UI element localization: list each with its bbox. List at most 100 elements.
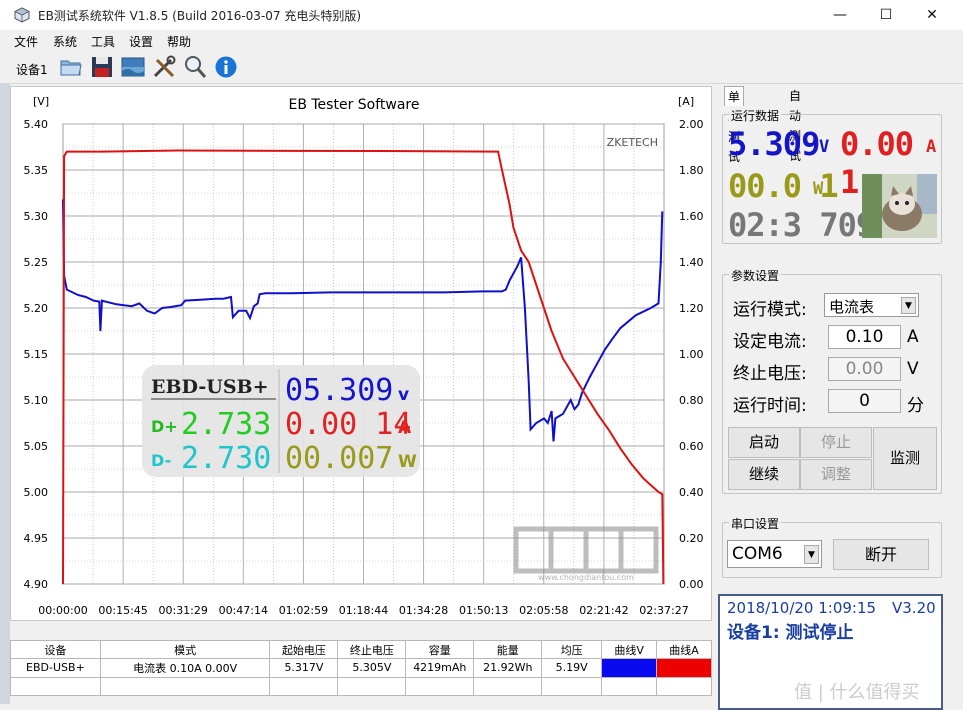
menu-help[interactable]: 帮助 (167, 33, 191, 50)
x-tick-label: 02:21:42 (579, 604, 628, 617)
set-current-input[interactable]: 0.10 (828, 325, 901, 349)
y-tick-label: 5.05 (24, 440, 49, 453)
left-axis-unit: [V] (33, 95, 49, 108)
disconnect-button[interactable]: 断开 (833, 539, 929, 570)
cat-photo-image (862, 174, 937, 238)
y2-tick-label: 1.20 (679, 302, 704, 315)
chart-watermark: ZKETECH (607, 136, 658, 149)
summary-table: 设备 模式 起始电压 终止电压 容量 能量 均压 曲线V 曲线A EBD-USB… (10, 639, 712, 697)
table-cell: 21.92Wh (473, 658, 543, 678)
open-folder-icon[interactable] (58, 54, 84, 80)
status-message: 设备1: 测试停止 (727, 623, 854, 643)
menu-file[interactable]: 文件 (14, 33, 38, 50)
status-box: 2018/10/20 1:09:15 V3.20 设备1: 测试停止 值 | 什… (718, 594, 943, 710)
com-port-select[interactable]: COM6 ▼ (727, 540, 822, 568)
adjust-button[interactable]: 调整 (800, 459, 872, 490)
params-legend: 参数设置 (729, 267, 782, 284)
tools-icon[interactable] (151, 54, 177, 80)
serial-legend: 串口设置 (729, 515, 782, 532)
table-header: 能量 (473, 639, 543, 660)
x-tick-label: 00:31:29 (158, 604, 207, 617)
y-tick-label: 5.20 (24, 302, 49, 315)
set-current-label: 设定电流: (733, 332, 807, 352)
overlay-power-unit: W (398, 452, 417, 472)
y-tick-label: 4.95 (24, 532, 49, 545)
stop-button[interactable]: 停止 (800, 427, 872, 458)
table-cell: 电流表 0.10A 0.00V (99, 658, 271, 678)
y2-tick-label: 1.40 (679, 256, 704, 269)
table-cell: 5.317V (269, 658, 339, 678)
start-button[interactable]: 启动 (728, 427, 800, 458)
params-group: 参数设置 运行模式: 电流表 ▼ 设定电流: 0.10 A 终止电压: 0.00… (722, 267, 942, 494)
table-cell: EBD-USB+ (10, 658, 101, 678)
device-selector[interactable]: 设备1 (16, 61, 48, 78)
table-header: 模式 (99, 639, 271, 660)
table-header: 容量 (405, 639, 475, 660)
voltage-curve-swatch[interactable] (601, 658, 658, 678)
y2-tick-label: 0.20 (679, 532, 704, 545)
info-icon[interactable] (213, 54, 239, 80)
overlay-dplus-value: 2.733 (181, 407, 271, 442)
tab-auto-test[interactable]: 自动测试 (786, 86, 804, 163)
run-voltage-unit: V (819, 137, 829, 157)
toolbar: 设备1 (0, 50, 963, 84)
close-button[interactable]: ✕ (909, 0, 955, 30)
menu-tools[interactable]: 工具 (91, 33, 115, 50)
run-voltage: 5.309 (728, 125, 820, 163)
screenshot-icon[interactable] (120, 54, 146, 80)
mode-label: 运行模式: (733, 300, 807, 320)
x-tick-label: 01:18:44 (339, 604, 388, 617)
overlay-model: EBD-USB+ (151, 376, 269, 398)
minimize-button[interactable]: — (817, 0, 863, 30)
chevron-down-icon[interactable]: ▼ (804, 545, 819, 564)
desktop-edge (0, 84, 10, 704)
table-empty-row (10, 676, 712, 697)
menu-system[interactable]: 系统 (53, 33, 77, 50)
overlay-dplus-label: D+ (151, 417, 178, 436)
y2-tick-label: 1.80 (679, 164, 704, 177)
continue-button[interactable]: 继续 (728, 459, 800, 490)
chart-svg: EB Tester Software [V] [A] ZKETECH 00:00… (24, 95, 704, 617)
window-title: EB测试系统软件 V1.8.5 (Build 2016-03-07 充电头特别版… (38, 9, 362, 23)
run-time-input[interactable]: 0 (828, 389, 901, 413)
monitor-button[interactable]: 监测 (873, 427, 937, 490)
table-header: 设备 (10, 639, 101, 660)
tab-single-test[interactable]: 单次测试 (724, 86, 745, 164)
table-header: 终止电压 (337, 639, 407, 660)
mode-select[interactable]: 电流表 ▼ (824, 293, 919, 317)
y-tick-label: 5.15 (24, 348, 49, 361)
search-icon[interactable] (182, 54, 208, 80)
x-tick-label: 01:50:13 (459, 604, 508, 617)
y-tick-label: 5.10 (24, 394, 49, 407)
run-data-group: 运行数据 5.309 V 0.00 1 A 00.0 1 W 02:3 709 (722, 107, 942, 244)
run-time: 02:3 709 (728, 206, 875, 244)
overlay-voltage: 05.309 (285, 373, 393, 408)
table-header: 起始电压 (269, 639, 339, 660)
x-tick-label: 01:02:59 (279, 604, 328, 617)
y2-tick-label: 0.80 (679, 394, 704, 407)
app-cube-icon (14, 7, 30, 23)
overlay-current-unit: A (398, 418, 412, 438)
x-tick-label: 00:47:14 (219, 604, 268, 617)
table-header: 曲线A (656, 639, 712, 660)
y-tick-label: 5.25 (24, 256, 49, 269)
mode-select-value: 电流表 (829, 298, 875, 316)
y2-tick-label: 0.00 (679, 578, 704, 591)
run-time-label: 运行时间: (733, 396, 807, 416)
y-tick-label: 5.30 (24, 210, 49, 223)
y-tick-label: 4.90 (24, 578, 49, 591)
chevron-down-icon[interactable]: ▼ (901, 297, 916, 314)
maximize-button[interactable]: ☐ (863, 0, 909, 30)
title-bar: EB测试系统软件 V1.8.5 (Build 2016-03-07 充电头特别版… (0, 0, 963, 30)
serial-group: 串口设置 COM6 ▼ 断开 (722, 515, 942, 578)
com-port-value: COM6 (732, 544, 783, 564)
x-tick-label: 00:00:00 (38, 604, 87, 617)
current-curve-swatch[interactable] (656, 658, 712, 678)
overlay-current: 0.00 14 (285, 407, 411, 442)
table-row[interactable]: EBD-USB+ 电流表 0.10A 0.00V 5.317V 5.305V 4… (10, 658, 712, 678)
menu-bar: 文件 系统 工具 设置 帮助 (0, 30, 963, 50)
save-icon[interactable] (89, 54, 115, 80)
menu-settings[interactable]: 设置 (129, 33, 153, 50)
status-datetime: 2018/10/20 1:09:15 (727, 599, 877, 617)
stop-voltage-input[interactable]: 0.00 (828, 357, 901, 381)
